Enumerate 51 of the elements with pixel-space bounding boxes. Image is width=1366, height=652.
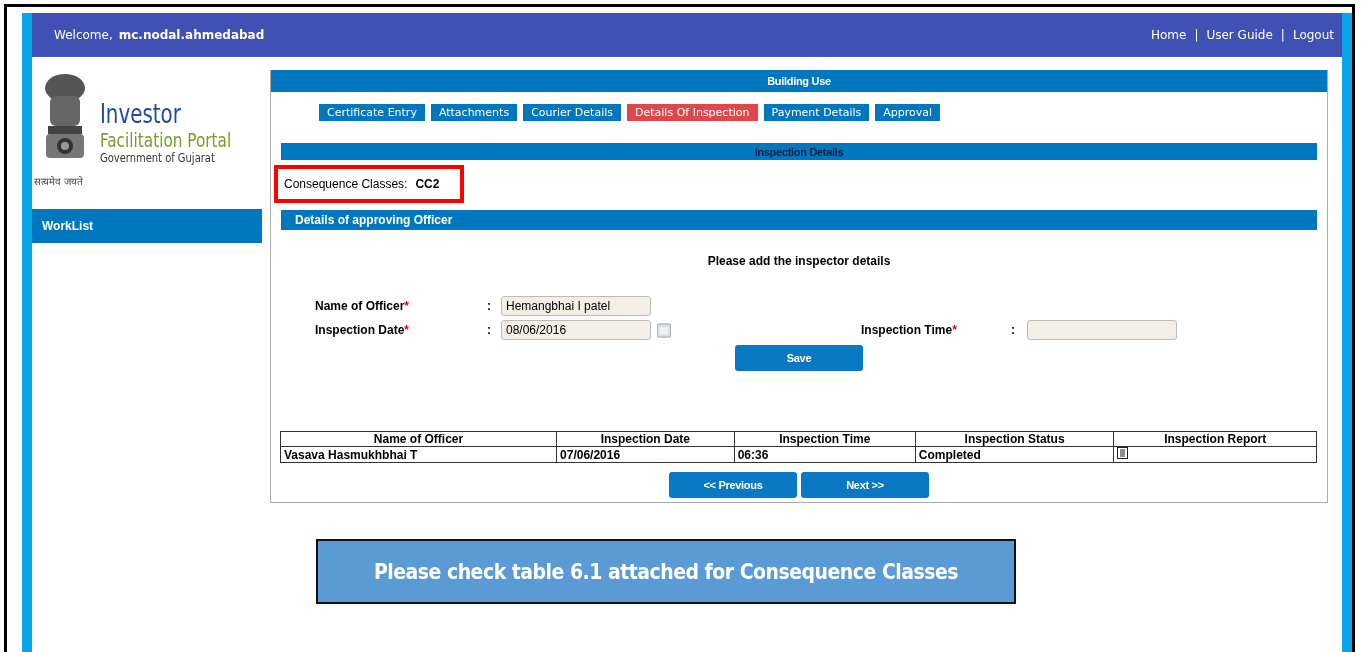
field-label: Inspection Time* [861, 323, 958, 337]
consequence-value: CC2 [415, 177, 440, 191]
input-field[interactable] [1027, 320, 1177, 340]
separator: | [1194, 28, 1199, 42]
section-title: Details of approving Officer [281, 210, 1317, 230]
tab[interactable]: Courier Details [523, 104, 621, 121]
section-title: Inspection Details [281, 143, 1317, 160]
required-mark: * [404, 299, 410, 313]
tab[interactable]: Approval [875, 104, 941, 121]
panel-title: Building Use [271, 70, 1327, 92]
table-cell: Completed [915, 446, 1114, 463]
logo-title: Investor [100, 100, 182, 129]
logo-subtitle: Facilitation Portal [100, 128, 232, 151]
colon: : [487, 299, 492, 313]
table-cell: 07/06/2016 [556, 446, 735, 463]
table-cell: Vasava Hasmukhbhai T [280, 446, 557, 463]
input-field[interactable]: 08/06/2016 [501, 320, 651, 340]
column-header: Inspection Date [556, 431, 735, 447]
column-header: Inspection Report [1113, 431, 1317, 447]
input-field[interactable]: Hemangbhai I patel [501, 296, 651, 316]
required-mark: * [404, 323, 410, 337]
colon: : [487, 323, 492, 337]
table-cell: 06:36 [734, 446, 916, 463]
required-mark: * [952, 323, 957, 337]
instruction-text: Please add the inspector details [706, 254, 892, 268]
field-label: Inspection Date* [315, 323, 411, 337]
welcome-label: Welcome, [54, 28, 113, 42]
tab[interactable]: Certificate Entry [319, 104, 425, 121]
tab[interactable]: Attachments [430, 104, 518, 121]
sidebar-item[interactable]: WorkList [32, 209, 262, 243]
motto: सत्यमेव जयते [34, 175, 83, 188]
column-header: Inspection Status [915, 431, 1114, 447]
logo-org: Government of Gujarat [100, 150, 216, 165]
next-button[interactable]: Next >> [801, 472, 929, 498]
tab[interactable]: Payment Details [763, 104, 870, 121]
callout-note: Please check table 6.1 attached for Consequence Classes [316, 539, 1016, 604]
nav-link[interactable]: User Guide [1206, 28, 1273, 42]
column-header: Inspection Time [734, 431, 916, 447]
tab[interactable]: Details Of Inspection [627, 104, 758, 121]
username: mc.nodal.ahmedabad [118, 28, 265, 42]
calendar-icon[interactable] [657, 321, 671, 340]
consequence-label: Consequence Classes: [284, 177, 408, 191]
field-label: Name of Officer* [315, 299, 411, 313]
nav-link[interactable]: Home [1150, 28, 1187, 42]
colon: : [1011, 323, 1016, 337]
document-icon[interactable] [1117, 447, 1129, 459]
column-header: Name of Officer [280, 431, 557, 447]
save-button[interactable]: Save [735, 345, 863, 371]
nav-link[interactable]: Logout [1292, 28, 1334, 42]
previous-button[interactable]: << Previous [669, 472, 797, 498]
separator: | [1280, 28, 1285, 42]
